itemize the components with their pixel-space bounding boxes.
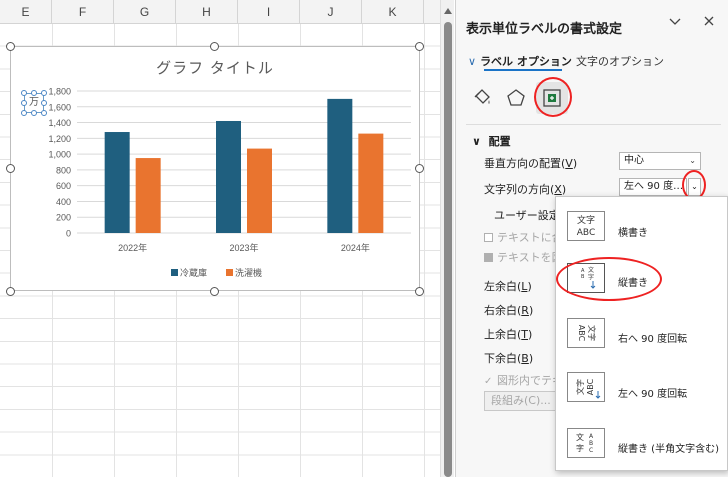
top-margin-label: 上余白(T) <box>484 328 533 341</box>
text-direction-rotate-left[interactable]: 文字 ABC 左へ 90 度回転 <box>556 362 728 412</box>
text-direction-label: 文字列の方向(X) <box>484 183 567 196</box>
y-tick-label[interactable]: 0 <box>66 229 71 239</box>
y-tick-label[interactable]: 200 <box>56 213 71 223</box>
tab-label-options[interactable]: ∨ ラベル オプション <box>468 53 572 69</box>
y-tick-label[interactable]: 1,600 <box>48 102 71 112</box>
svg-text:文字: 文字 <box>575 379 585 395</box>
column-header[interactable]: H <box>176 0 238 24</box>
y-tick-label[interactable]: 1,200 <box>48 134 71 144</box>
dropdown-item-label: 右へ 90 度回転 <box>618 334 688 345</box>
chevron-down-icon: ∨ <box>472 135 481 148</box>
bar[interactable] <box>247 148 272 233</box>
resize-handle[interactable] <box>210 287 219 296</box>
vertical-scrollbar[interactable] <box>440 0 454 477</box>
svg-text:ABC: ABC <box>577 228 595 238</box>
bar[interactable] <box>135 158 161 233</box>
text-direction-horizontal[interactable]: 文字 ABC 横書き <box>556 202 728 252</box>
left-margin-label: 左余白(L) <box>484 280 532 293</box>
chart-plot[interactable]: 0 200 400 600 800 1,000 1,200 1,400 1,600 1,800 20… <box>11 47 421 292</box>
chevron-down-icon: ⌄ <box>689 156 696 165</box>
fill-bucket-icon[interactable] <box>468 84 496 112</box>
resize-handle[interactable] <box>6 164 15 173</box>
dropdown-item-label: 左へ 90 度回転 <box>618 389 688 400</box>
bar[interactable] <box>327 98 353 233</box>
column-header[interactable]: J <box>300 0 362 24</box>
legend-entry[interactable]: 洗濯機 <box>235 267 262 278</box>
resize-handle[interactable] <box>415 287 424 296</box>
scroll-thumb[interactable] <box>444 22 452 477</box>
svg-text:字: 字 <box>576 443 584 453</box>
chart-area[interactable]: グラフ タイトル 0 200 400 600 800 1,000 1,200 1,400 1,6… <box>10 46 420 291</box>
y-tick-label[interactable]: 1,400 <box>48 118 71 128</box>
resize-handle[interactable] <box>210 42 219 51</box>
resize-handle[interactable] <box>6 42 15 51</box>
svg-text:文: 文 <box>576 432 584 442</box>
svg-text:C: C <box>589 447 593 454</box>
text-direction-rotate-right[interactable]: 文字 ABC 右へ 90 度回転 <box>556 308 728 358</box>
svg-text:ABC: ABC <box>577 325 586 342</box>
svg-text:文字: 文字 <box>577 214 595 226</box>
section-alignment[interactable]: ∨ 配置 <box>472 133 511 149</box>
chevron-down-icon: ∨ <box>468 55 477 68</box>
y-tick-label[interactable]: 400 <box>56 197 71 207</box>
dropdown-item-label: 縦書き (半角文字含む) <box>618 444 719 455</box>
svg-text:B: B <box>589 440 593 447</box>
resize-handle[interactable] <box>415 42 424 51</box>
rotate-left-text-icon: 文字 ABC <box>567 372 605 402</box>
resize-handle[interactable] <box>6 287 15 296</box>
column-header[interactable]: K <box>362 0 424 24</box>
chevron-down-icon[interactable] <box>668 14 682 32</box>
legend-entry[interactable]: 冷蔵庫 <box>180 267 207 278</box>
column-header[interactable]: I <box>238 0 300 24</box>
svg-text:A: A <box>589 433 594 440</box>
column-header[interactable]: G <box>114 0 176 24</box>
columns-button[interactable]: 段組み(C)... <box>484 391 556 411</box>
vertical-alignment-label: 垂直方向の配置(V) <box>484 157 578 170</box>
stacked-text-icon: 文字ABC <box>567 428 605 458</box>
svg-text:文字: 文字 <box>587 325 597 341</box>
x-tick-label[interactable]: 2023年 <box>229 242 258 253</box>
tab-text-options[interactable]: 文字のオプション <box>576 53 664 69</box>
text-direction-select[interactable]: 左へ 90 度… <box>619 178 687 196</box>
pentagon-effects-icon[interactable] <box>502 84 530 112</box>
pane-title: 表示単位ラベルの書式設定 <box>466 22 623 37</box>
legend-swatch[interactable] <box>226 269 233 276</box>
svg-text:ABC: ABC <box>586 378 595 395</box>
scroll-up-arrow-icon[interactable] <box>444 8 452 14</box>
column-headers: E F G H I J K <box>0 0 440 24</box>
x-tick-label[interactable]: 2024年 <box>341 242 370 253</box>
column-header[interactable]: F <box>52 0 114 24</box>
vertical-alignment-select[interactable]: 中心 ⌄ <box>619 152 701 170</box>
legend-swatch[interactable] <box>171 269 178 276</box>
right-margin-label: 右余白(R) <box>484 304 534 317</box>
resize-handle[interactable] <box>415 164 424 173</box>
y-tick-label[interactable]: 1,000 <box>48 150 71 160</box>
rotate-right-text-icon: 文字 ABC <box>567 318 605 348</box>
column-header[interactable]: E <box>0 0 52 24</box>
spreadsheet[interactable]: E F G H I J K グラフ タイトル 0 200 400 600 800 1,00… <box>0 0 440 477</box>
close-icon[interactable] <box>702 13 716 32</box>
y-tick-label[interactable]: 600 <box>56 181 71 191</box>
bar[interactable] <box>358 133 384 233</box>
bar[interactable] <box>216 120 241 233</box>
bar[interactable] <box>104 132 130 233</box>
y-tick-label[interactable]: 1,800 <box>48 87 71 97</box>
horizontal-text-icon: 文字 ABC <box>567 211 605 241</box>
y-tick-label[interactable]: 800 <box>56 165 71 175</box>
dropdown-item-label: 横書き <box>618 228 648 239</box>
bottom-margin-label: 下余白(B) <box>484 352 534 365</box>
text-direction-stacked[interactable]: 文字ABC 縦書き (半角文字含む) <box>556 417 728 467</box>
text-direction-dropdown: 文字 ABC 横書き 文字AB 縦書き 文字 ABC 右へ 90 度回転 文字 ABC… <box>555 196 728 471</box>
wrap-in-shape-checkbox[interactable]: ✓ 図形内でテキ <box>484 372 563 388</box>
x-tick-label[interactable]: 2022年 <box>118 242 147 253</box>
